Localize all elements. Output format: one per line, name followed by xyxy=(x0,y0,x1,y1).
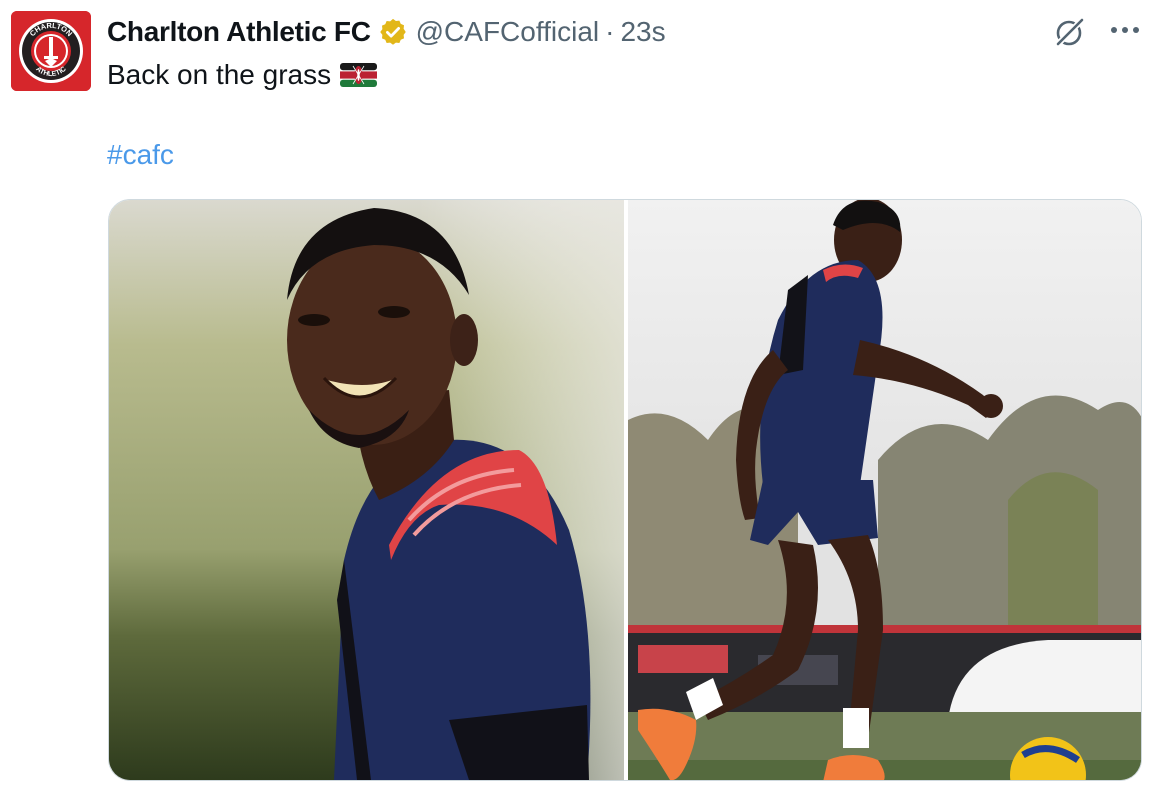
club-crest-icon: CHARLTON ATHLETIC xyxy=(11,11,91,91)
timestamp[interactable]: 23s xyxy=(620,16,665,48)
tweet-text-content: Back on the grass xyxy=(107,59,332,90)
player-jogging-photo[interactable] xyxy=(628,200,1141,780)
tweet-header: Charlton Athletic FC @CAFCofficial · 23s xyxy=(107,10,666,54)
author-handle[interactable]: @CAFCofficial xyxy=(416,16,600,48)
author-name[interactable]: Charlton Athletic FC xyxy=(107,16,371,48)
more-icon[interactable] xyxy=(1107,18,1143,42)
tweet-text: Back on the grass xyxy=(107,57,378,93)
avatar[interactable]: CHARLTON ATHLETIC xyxy=(11,11,91,91)
kenya-flag-icon xyxy=(340,63,378,87)
media-grid xyxy=(108,199,1142,781)
verified-badge-icon[interactable] xyxy=(378,17,408,47)
grok-icon[interactable] xyxy=(1052,14,1088,50)
separator-dot: · xyxy=(605,16,615,47)
hashtag-link[interactable]: #cafc xyxy=(107,137,174,173)
player-smiling-photo[interactable] xyxy=(109,200,624,780)
